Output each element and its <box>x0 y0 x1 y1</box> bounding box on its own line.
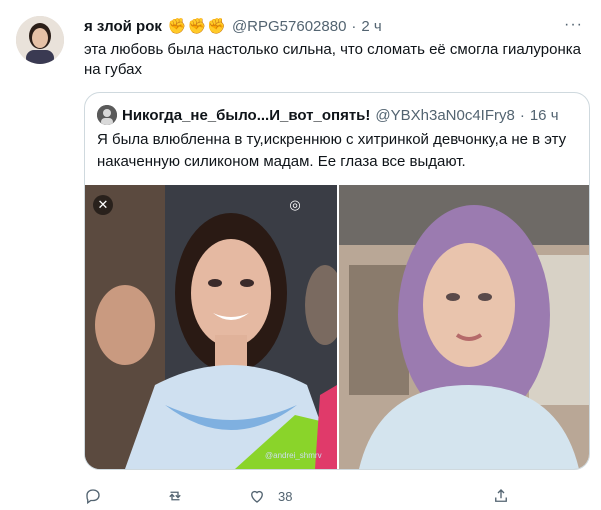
quote-media[interactable]: ✕ ◎ @andrei_shmrv <box>85 185 589 469</box>
action-bar: 38 <box>84 484 534 508</box>
lens-icon[interactable]: ◎ <box>285 195 305 215</box>
close-icon[interactable]: ✕ <box>93 195 113 215</box>
photo-purple-hair[interactable] <box>339 185 589 469</box>
heart-icon <box>251 490 263 503</box>
quote-text: Я была влюбленна в ту,искреннюю с хитрин… <box>97 131 567 170</box>
share-icon <box>495 489 507 502</box>
quote-time: 16 ч <box>529 106 559 124</box>
quote-author-name: Никогда_не_было...И_вот_опять! <box>122 106 371 124</box>
reply-icon <box>86 489 100 505</box>
reply-button[interactable] <box>84 487 114 505</box>
tweet-text: эта любовь была настолько сильна, что сл… <box>84 41 581 78</box>
quoted-tweet[interactable]: Никогда_не_было...И_вот_опять! @YBXh3aN0… <box>84 92 590 470</box>
avatar[interactable] <box>16 16 64 64</box>
like-count: 38 <box>278 488 293 504</box>
like-button[interactable]: 38 <box>248 487 292 505</box>
quote-author-handle: @YBXh3aN0c4IFry8 <box>375 106 515 124</box>
author-handle[interactable]: @RPG57602880 <box>232 18 346 35</box>
share-button[interactable] <box>492 487 510 505</box>
tweet-header: я злой рок ✊✊✊ @RPG57602880 · 2 ч <box>84 16 581 36</box>
separator: · <box>351 17 357 35</box>
fist-emojis: ✊✊✊ <box>167 18 227 35</box>
more-options-icon[interactable]: ··· <box>564 16 583 34</box>
quote-header: Никогда_не_было...И_вот_опять! @YBXh3aN0… <box>97 105 577 125</box>
quote-avatar <box>97 105 117 125</box>
tweet[interactable]: я злой рок ✊✊✊ @RPG57602880 · 2 ч ··· эт… <box>0 0 601 510</box>
retweet-icon <box>169 491 181 501</box>
tweet-time[interactable]: 2 ч <box>361 18 381 35</box>
photo-skater[interactable]: ✕ ◎ @andrei_shmrv <box>85 185 337 469</box>
retweet-button[interactable] <box>166 487 196 505</box>
quote-separator: · <box>519 106 525 124</box>
watermark: @andrei_shmrv <box>265 451 322 460</box>
author-name[interactable]: я злой рок <box>84 18 162 35</box>
